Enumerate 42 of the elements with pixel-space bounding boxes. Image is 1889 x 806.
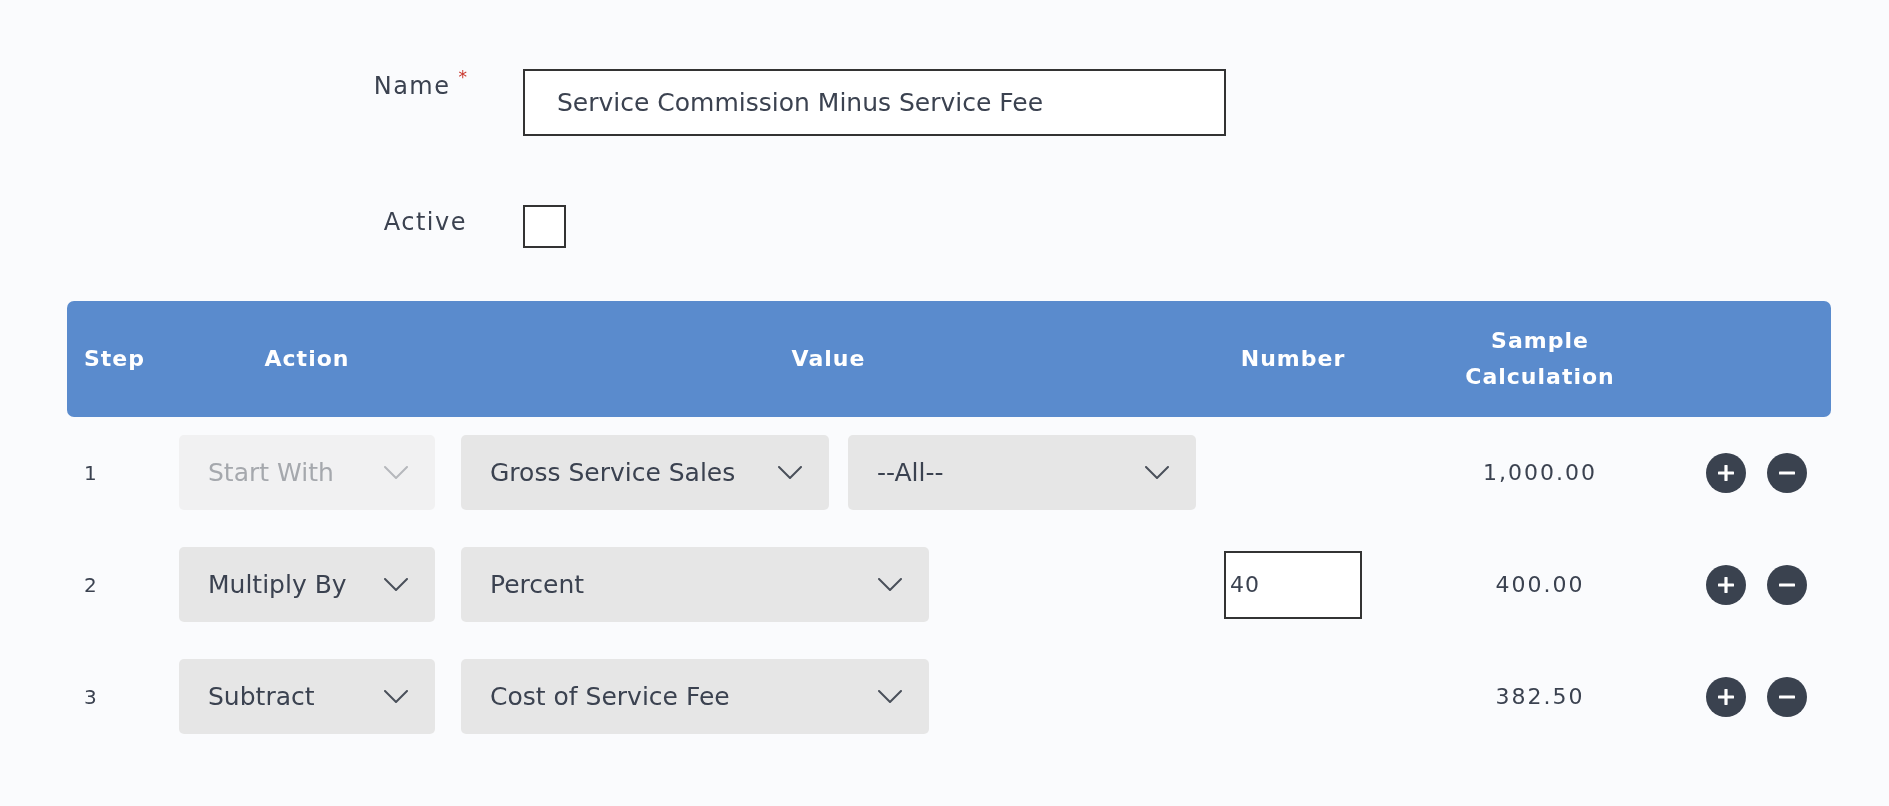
chevron-down-icon [384, 690, 408, 703]
add-step-button[interactable] [1706, 452, 1746, 493]
chevron-down-icon [384, 578, 408, 591]
plus-icon [1718, 576, 1734, 593]
add-step-button[interactable] [1706, 564, 1746, 605]
step-number: 3 [84, 684, 98, 709]
name-label: Name [373, 71, 451, 101]
minus-icon [1779, 470, 1795, 475]
chevron-down-icon [778, 466, 802, 479]
remove-step-button[interactable] [1767, 452, 1807, 493]
step-number: 2 [84, 572, 98, 597]
chevron-down-icon [384, 466, 408, 479]
active-checkbox[interactable] [523, 205, 566, 248]
column-header: Value [791, 345, 866, 373]
column-header: Number [1240, 345, 1346, 373]
chevron-down-icon [1145, 466, 1169, 479]
minus-icon [1779, 582, 1795, 587]
step-number: 1 [84, 460, 98, 485]
column-header: Sample Calculation [1464, 327, 1616, 391]
name-field[interactable]: Service Commission Minus Service Fee [523, 69, 1226, 136]
sample-calculation-value: 1,000.00 [1483, 460, 1597, 485]
action-dropdown[interactable]: Multiply By [179, 547, 435, 622]
number-field[interactable]: 40 [1224, 550, 1362, 619]
value-dropdown[interactable]: Percent [461, 547, 929, 622]
plus-icon [1718, 464, 1734, 481]
value-dropdown[interactable]: Gross Service Sales [461, 435, 829, 510]
value-dropdown[interactable]: --All-- [848, 435, 1196, 510]
chevron-down-icon [878, 578, 902, 591]
action-dropdown[interactable]: Subtract [179, 659, 435, 734]
sample-calculation-value: 400.00 [1495, 572, 1585, 597]
required-marker: * [458, 69, 467, 86]
sample-calculation-value: 382.50 [1495, 684, 1585, 709]
add-step-button[interactable] [1706, 676, 1746, 717]
column-header: Action [264, 345, 350, 373]
active-label: Active [383, 207, 467, 237]
minus-icon [1779, 694, 1795, 699]
column-header: Step [84, 345, 146, 373]
remove-step-button[interactable] [1767, 676, 1807, 717]
plus-icon [1718, 688, 1734, 705]
value-dropdown[interactable]: Cost of Service Fee [461, 659, 929, 734]
remove-step-button[interactable] [1767, 564, 1807, 605]
chevron-down-icon [878, 690, 902, 703]
